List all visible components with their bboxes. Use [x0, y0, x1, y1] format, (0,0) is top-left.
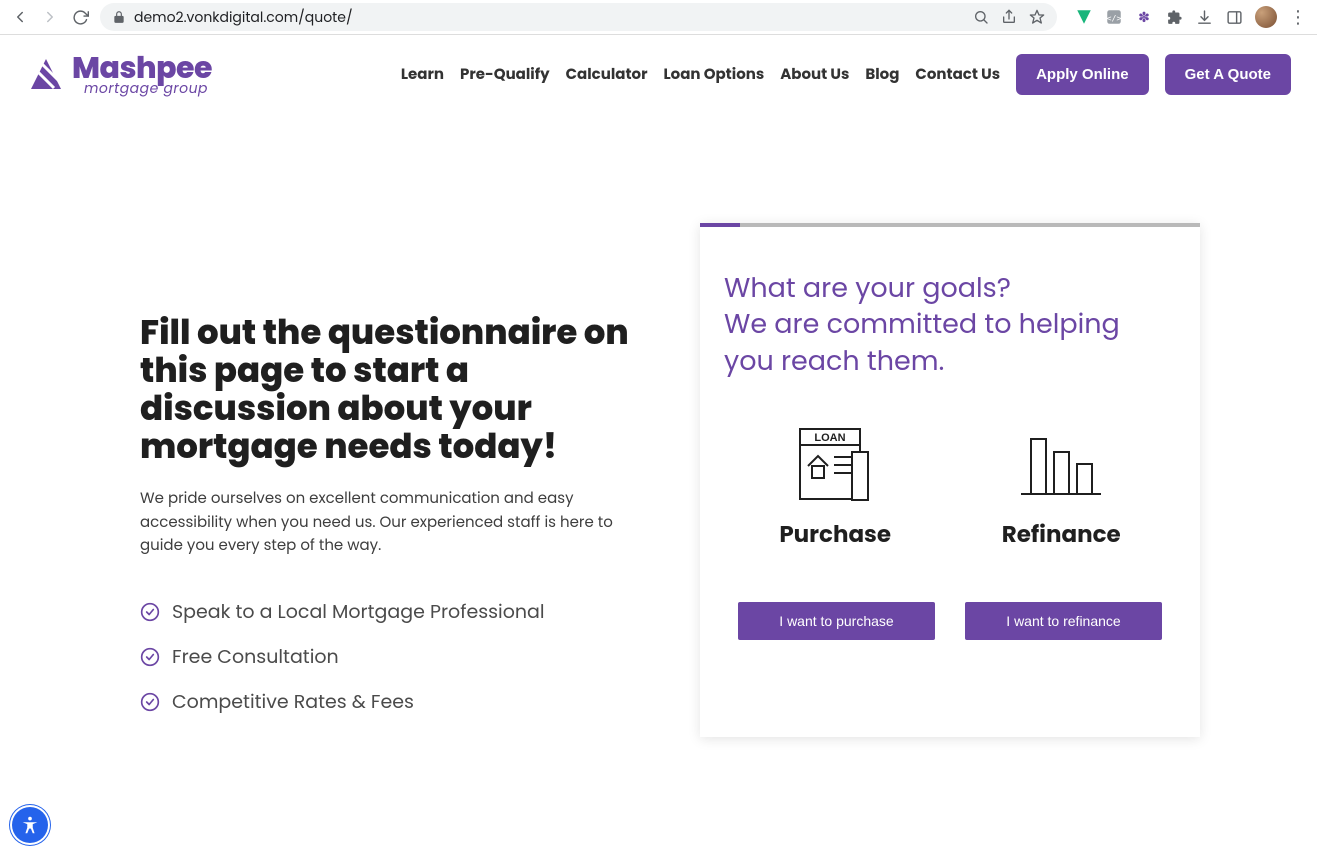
feature-item: Competitive Rates & Fees — [140, 687, 660, 716]
loan-document-icon: LOAN — [790, 424, 880, 504]
lock-icon — [112, 10, 126, 24]
feature-text: Competitive Rates & Fees — [172, 687, 414, 716]
bar-chart-icon — [1016, 424, 1106, 504]
accessibility-button[interactable] — [12, 807, 48, 843]
logo-mark-icon — [26, 54, 66, 94]
url-text: demo2.vonkdigital.com/quote/ — [134, 7, 353, 28]
progress-fill — [700, 223, 740, 227]
hero-heading: Fill out the questionnaire on this page … — [140, 313, 660, 465]
option-purchase: LOAN Purchase — [779, 424, 891, 552]
svg-text:LOAN: LOAN — [815, 432, 846, 444]
check-circle-icon — [140, 692, 160, 712]
option-refinance-label: Refinance — [1002, 518, 1121, 552]
extension-icon-3[interactable]: ✽ — [1135, 8, 1153, 26]
forward-button[interactable] — [40, 7, 60, 27]
card-heading-line2: We are committed to helping you reach th… — [724, 306, 1120, 379]
downloads-icon[interactable] — [1195, 8, 1213, 26]
svg-text:</>: </> — [1107, 13, 1122, 23]
nav-calculator[interactable]: Calculator — [566, 63, 648, 86]
nav-contact[interactable]: Contact Us — [915, 63, 1000, 86]
feature-list: Speak to a Local Mortgage Professional F… — [140, 597, 660, 716]
hero-left: Fill out the questionnaire on this page … — [140, 223, 660, 716]
nav-learn[interactable]: Learn — [401, 63, 444, 86]
share-icon[interactable] — [1001, 9, 1017, 25]
bookmark-star-icon[interactable] — [1029, 9, 1045, 25]
nav-prequalify[interactable]: Pre-Qualify — [460, 63, 550, 86]
extensions-area: </> ✽ ⋮ — [1067, 4, 1307, 31]
nav-about[interactable]: About Us — [780, 63, 849, 86]
extensions-puzzle-icon[interactable] — [1165, 8, 1183, 26]
reload-button[interactable] — [70, 7, 90, 27]
check-circle-icon — [140, 602, 160, 622]
get-quote-button[interactable]: Get A Quote — [1165, 54, 1291, 95]
card-heading-line1: What are your goals? — [724, 270, 1011, 307]
url-bar[interactable]: demo2.vonkdigital.com/quote/ — [100, 3, 1057, 31]
feature-text: Free Consultation — [172, 642, 339, 671]
browser-toolbar: demo2.vonkdigital.com/quote/ </> ✽ ⋮ — [0, 0, 1317, 35]
extension-icon-1[interactable] — [1075, 8, 1093, 26]
main-content: Fill out the questionnaire on this page … — [0, 113, 1317, 817]
refinance-button[interactable]: I want to refinance — [965, 602, 1162, 640]
purchase-button[interactable]: I want to purchase — [738, 602, 935, 640]
accessibility-icon — [19, 814, 41, 836]
apply-online-button[interactable]: Apply Online — [1016, 54, 1149, 95]
nav-blog[interactable]: Blog — [865, 63, 899, 86]
main-nav: Learn Pre-Qualify Calculator Loan Option… — [401, 54, 1291, 95]
site-header: Mashpee mortgage group Learn Pre-Qualify… — [0, 35, 1317, 113]
feature-item: Free Consultation — [140, 642, 660, 671]
option-purchase-label: Purchase — [779, 518, 891, 552]
questionnaire-card: What are your goals? We are committed to… — [700, 223, 1200, 737]
extension-icon-2[interactable]: </> — [1105, 8, 1123, 26]
progress-bar — [700, 223, 1200, 227]
browser-menu-icon[interactable]: ⋮ — [1289, 4, 1307, 31]
check-circle-icon — [140, 647, 160, 667]
site-logo[interactable]: Mashpee mortgage group — [26, 53, 212, 95]
feature-text: Speak to a Local Mortgage Professional — [172, 597, 545, 626]
card-heading: What are your goals? We are committed to… — [724, 271, 1176, 380]
feature-item: Speak to a Local Mortgage Professional — [140, 597, 660, 626]
profile-avatar[interactable] — [1255, 6, 1277, 28]
hero-subtext: We pride ourselves on excellent communic… — [140, 487, 640, 557]
option-refinance: Refinance — [1002, 424, 1121, 552]
panel-icon[interactable] — [1225, 8, 1243, 26]
back-button[interactable] — [10, 7, 30, 27]
logo-sub-text: mortgage group — [84, 81, 212, 95]
zoom-icon[interactable] — [973, 9, 989, 25]
nav-loan-options[interactable]: Loan Options — [664, 63, 765, 86]
